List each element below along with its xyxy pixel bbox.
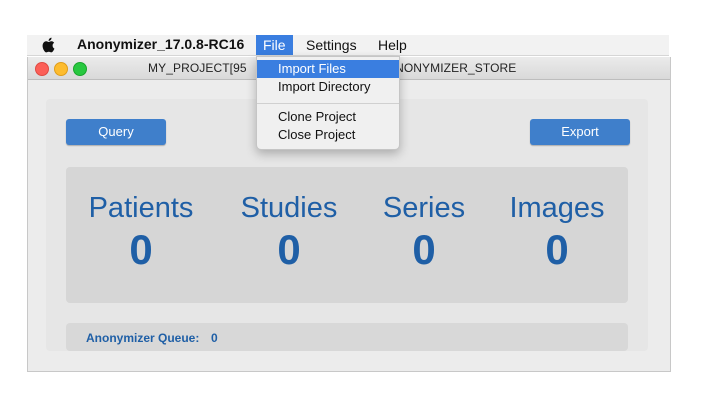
- images-stat: Images 0: [504, 191, 610, 275]
- patients-stat: Patients 0: [80, 191, 202, 275]
- series-label: Series: [382, 192, 466, 224]
- app-name[interactable]: Anonymizer_17.0.8-RC16: [77, 36, 244, 52]
- queue-label: Anonymizer Queue:: [86, 331, 200, 345]
- patients-label: Patients: [88, 192, 194, 224]
- studies-stat: Studies 0: [231, 191, 347, 275]
- menu-item-close-project[interactable]: Close Project: [257, 126, 399, 144]
- menu-settings[interactable]: Settings: [299, 35, 364, 55]
- studies-label: Studies: [240, 192, 338, 224]
- studies-count: 0: [277, 226, 301, 273]
- images-label: Images: [509, 192, 605, 224]
- query-button[interactable]: Query: [66, 119, 166, 145]
- menu-item-label: Close Project: [278, 127, 356, 142]
- menu-item-label: Import Directory: [278, 79, 371, 94]
- anonymizer-queue-bar: Anonymizer Queue: 0: [66, 323, 628, 351]
- menu-item-clone-project[interactable]: Clone Project: [257, 108, 399, 126]
- series-count: 0: [412, 226, 436, 273]
- zoom-window-button[interactable]: [73, 62, 87, 76]
- patients-count: 0: [129, 226, 153, 273]
- file-menu-dropdown: Import Files Import Directory Clone Proj…: [256, 56, 400, 150]
- queue-count: 0: [211, 331, 218, 345]
- stats-panel: Patients 0 Studies 0 Series 0 Images 0: [66, 167, 628, 303]
- close-window-button[interactable]: [35, 62, 49, 76]
- menu-item-label: Import Files: [278, 61, 346, 76]
- window-title-head: MY_PROJECT[95: [148, 61, 247, 75]
- apple-icon[interactable]: [41, 36, 57, 54]
- minimize-window-button[interactable]: [54, 62, 68, 76]
- menu-separator: [257, 103, 399, 104]
- series-stat: Series 0: [374, 191, 474, 275]
- images-count: 0: [545, 226, 569, 273]
- menu-bar: Anonymizer_17.0.8-RC16 File Settings Hel…: [27, 35, 669, 56]
- export-button[interactable]: Export: [530, 119, 630, 145]
- menu-item-label: Clone Project: [278, 109, 357, 124]
- menu-file[interactable]: File: [256, 35, 293, 55]
- menu-item-import-directory[interactable]: Import Directory: [257, 78, 399, 96]
- menu-item-import-files[interactable]: Import Files: [257, 60, 399, 78]
- menu-help[interactable]: Help: [371, 35, 414, 55]
